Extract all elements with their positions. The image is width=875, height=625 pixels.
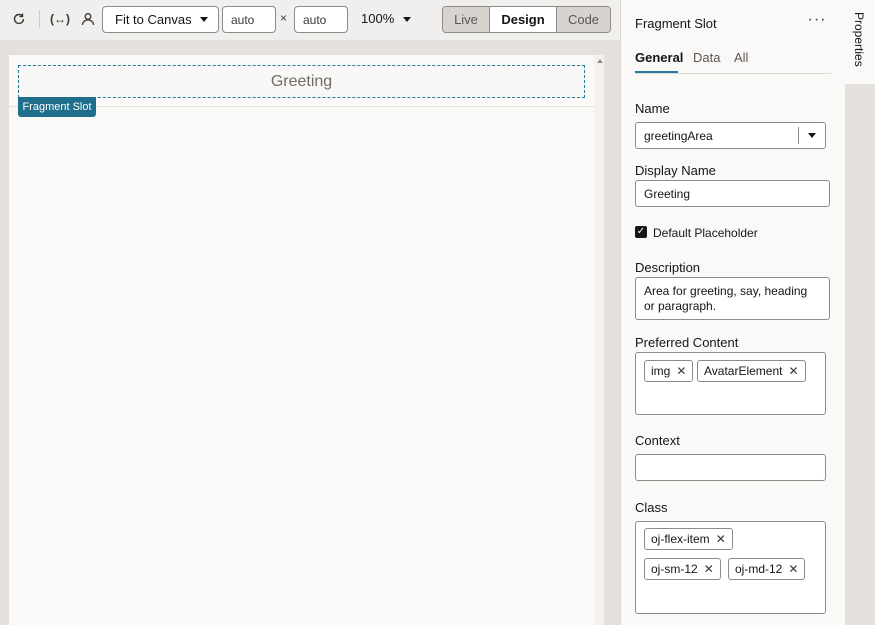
zoom-chevron-down-icon[interactable] [403,17,411,22]
refresh-icon[interactable] [9,9,29,29]
code-mode-button[interactable]: Code [557,7,610,32]
scroll-up-icon[interactable] [597,59,603,63]
tab-data[interactable]: Data [693,50,720,65]
close-icon[interactable]: ✕ [716,532,726,546]
height-input[interactable]: auto [294,6,348,33]
toolbar: (↔) Fit to Canvas auto × auto 100% Live … [0,0,620,40]
tab-general[interactable]: General [635,50,683,65]
fit-to-canvas-select[interactable]: Fit to Canvas [102,6,219,33]
view-mode-toggle: Live Design Code [442,6,611,33]
fragment-slot-greeting[interactable]: Greeting [18,65,585,98]
preferred-content-label: Preferred Content [635,335,739,350]
name-value: greetingArea [644,128,713,143]
fragment-slot-badge: Fragment Slot [18,97,96,117]
close-icon[interactable]: ✕ [704,562,714,576]
properties-rail-label: Properties [852,12,866,67]
active-tab-indicator [635,71,678,73]
context-label: Context [635,433,680,448]
name-select[interactable]: greetingArea [635,122,826,149]
preferred-content-input[interactable]: img ✕ AvatarElement ✕ [635,352,826,415]
chip-label: AvatarElement [704,364,783,378]
display-name-label: Display Name [635,163,716,178]
variable-icon[interactable]: (↔) [50,9,70,29]
toolbar-divider [39,10,40,28]
description-textarea[interactable]: Area for greeting, say, heading or parag… [635,277,830,320]
fit-select-value: Fit to Canvas [115,12,192,27]
name-label: Name [635,101,670,116]
context-input[interactable] [635,454,826,481]
close-icon[interactable]: ✕ [789,364,799,378]
chip-label: oj-sm-12 [651,562,698,576]
width-input[interactable]: auto [222,6,276,33]
chip-avatar-element: AvatarElement ✕ [697,360,806,382]
zoom-level[interactable]: 100% [361,11,394,26]
chevron-down-icon [200,17,208,22]
slot-text: Greeting [270,72,333,90]
live-mode-button[interactable]: Live [443,7,490,32]
display-name-input[interactable]: Greeting [635,180,830,207]
chip-oj-sm-12: oj-sm-12 ✕ [644,558,721,580]
class-label: Class [635,500,668,515]
close-icon[interactable]: ✕ [788,562,798,576]
default-placeholder-label: Default Placeholder [653,226,758,240]
times-separator: × [280,11,288,25]
design-canvas-area [0,40,620,625]
more-options-icon[interactable]: ··· [807,10,827,30]
chip-label: oj-md-12 [735,562,783,576]
user-icon[interactable] [78,9,98,29]
canvas-scrollbar[interactable] [594,55,604,625]
properties-panel: Fragment Slot ··· General Data All Name … [620,0,845,625]
side-rail [845,0,875,625]
panel-title: Fragment Slot [635,16,717,31]
chip-oj-md-12: oj-md-12 ✕ [728,558,806,580]
description-label: Description [635,260,701,275]
chip-img: img ✕ [644,360,694,382]
close-icon[interactable]: ✕ [676,364,686,378]
chip-oj-flex-item: oj-flex-item ✕ [644,528,733,550]
design-canvas[interactable] [9,55,594,625]
chevron-down-icon[interactable] [808,133,816,138]
tab-all[interactable]: All [734,50,748,65]
select-divider [798,127,799,144]
class-input[interactable]: oj-flex-item ✕ oj-sm-12 ✕ oj-md-12 ✕ [635,521,826,614]
chip-label: oj-flex-item [651,532,710,546]
chip-label: img [651,364,671,378]
default-placeholder-checkbox[interactable]: ✓ [635,226,647,238]
panel-tabs: General Data All [635,48,831,74]
design-mode-button[interactable]: Design [490,7,557,32]
